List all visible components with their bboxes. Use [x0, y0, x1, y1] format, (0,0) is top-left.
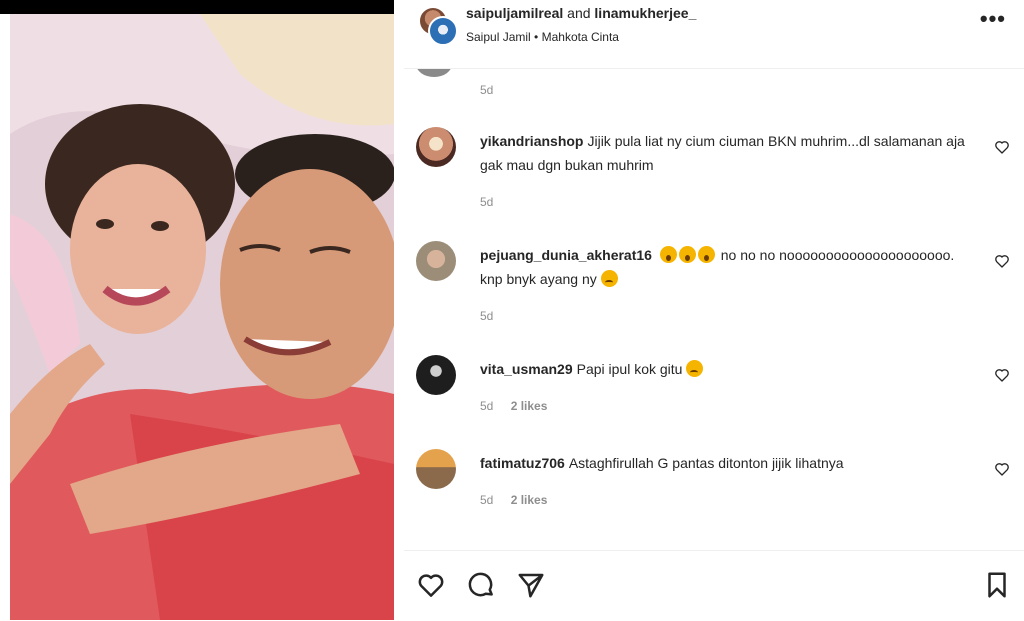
- bookmark-icon[interactable]: [982, 570, 1012, 600]
- astonished-emoji-icon: [659, 246, 677, 263]
- post-panel: saipuljamilreal and linamukherjee_ Saipu…: [404, 0, 1024, 620]
- post-header: saipuljamilreal and linamukherjee_ Saipu…: [404, 0, 1024, 69]
- more-options-icon[interactable]: •••: [980, 6, 1006, 32]
- audio-artist: Saipul Jamil: [466, 30, 531, 44]
- audio-subtitle[interactable]: Saipul Jamil • Mahkota Cinta: [466, 30, 619, 44]
- comment-text: Astaghfirullah G pantas ditonton jijik l…: [568, 455, 844, 471]
- comment-username[interactable]: vita_usman29: [480, 361, 573, 377]
- comment-username[interactable]: pejuang_dunia_akherat16: [480, 247, 652, 263]
- comment-body: yikandrianshop Jijik pula liat ny cium ci…: [480, 129, 980, 177]
- post-authors: saipuljamilreal and linamukherjee_: [466, 5, 696, 21]
- partial-comment-age: 5d: [480, 83, 494, 97]
- sad-emoji-icon: [600, 270, 618, 287]
- comment-age: 5d: [480, 493, 494, 507]
- panel-gap: [394, 0, 404, 620]
- comment-like-heart-icon[interactable]: [994, 461, 1010, 477]
- commenter-avatar[interactable]: [416, 241, 456, 281]
- comment-age: 5d: [480, 195, 494, 209]
- media-top-bar: [0, 0, 394, 14]
- collaborator-avatar[interactable]: [428, 16, 458, 46]
- comment-age: 5d: [480, 399, 494, 413]
- comment-like-heart-icon[interactable]: [994, 139, 1010, 155]
- astonished-emoji-icon: [697, 246, 715, 263]
- send-icon[interactable]: [516, 570, 546, 600]
- comment-body: fatimatuz706 Astaghfirullah G pantas dito…: [480, 451, 980, 475]
- gutter: [0, 14, 10, 620]
- author-username[interactable]: saipuljamilreal: [466, 5, 563, 21]
- astonished-emoji-icon: [678, 246, 696, 263]
- commenter-avatar[interactable]: [416, 449, 456, 489]
- collaborator-username[interactable]: linamukherjee_: [594, 5, 696, 21]
- commenter-avatar[interactable]: [416, 127, 456, 167]
- comment-meta: 5d 2 likes: [480, 493, 561, 507]
- comment-likes[interactable]: 2 likes: [511, 493, 548, 507]
- comment-icon[interactable]: [466, 570, 496, 600]
- comment-text: Papi ipul kok gitu: [576, 361, 683, 377]
- audio-title: Mahkota Cinta: [541, 30, 619, 44]
- comment-meta: 5d: [480, 195, 507, 209]
- comment-like-heart-icon[interactable]: [994, 253, 1010, 269]
- comment-body: pejuang_dunia_akherat16 no no no noooooo…: [480, 243, 980, 291]
- comment-meta: 5d 2 likes: [480, 399, 561, 413]
- comment-username[interactable]: fatimatuz706: [480, 455, 565, 471]
- comment-age: 5d: [480, 309, 494, 323]
- heart-icon[interactable]: [416, 570, 446, 600]
- post-media[interactable]: [10, 14, 394, 620]
- audio-separator: •: [534, 30, 539, 44]
- partial-comment-avatar: [416, 69, 452, 77]
- comment-likes[interactable]: 2 likes: [511, 399, 548, 413]
- authors-joiner: and: [567, 5, 591, 21]
- comment-body: vita_usman29 Papi ipul kok gitu: [480, 357, 980, 381]
- post-photo: [10, 14, 394, 620]
- sad-emoji-icon: [686, 360, 704, 377]
- comment-username[interactable]: yikandrianshop: [480, 133, 583, 149]
- post-actions: [404, 550, 1024, 621]
- comment-meta: 5d: [480, 309, 507, 323]
- commenter-avatar[interactable]: [416, 355, 456, 395]
- comments-list[interactable]: 5d yikandrianshop Jijik pula liat ny cium…: [404, 69, 1024, 549]
- comment-like-heart-icon[interactable]: [994, 367, 1010, 383]
